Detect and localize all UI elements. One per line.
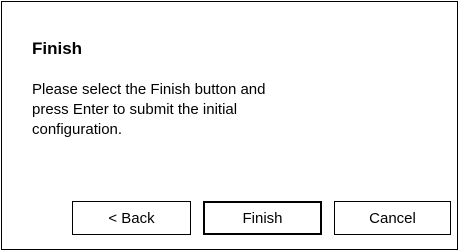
cancel-button[interactable]: Cancel (334, 201, 451, 235)
finish-dialog: Finish Please select the Finish button a… (1, 1, 458, 250)
message-line-3: configuration. (32, 121, 123, 138)
message-line-2: press Enter to submit the initial (32, 101, 238, 118)
finish-button[interactable]: Finish (203, 201, 322, 235)
dialog-title: Finish (32, 39, 83, 58)
message-line-1: Please select the Finish button and (32, 81, 266, 98)
back-button[interactable]: < Back (72, 201, 191, 235)
dialog-message: Please select the Finish button and pres… (32, 80, 392, 140)
